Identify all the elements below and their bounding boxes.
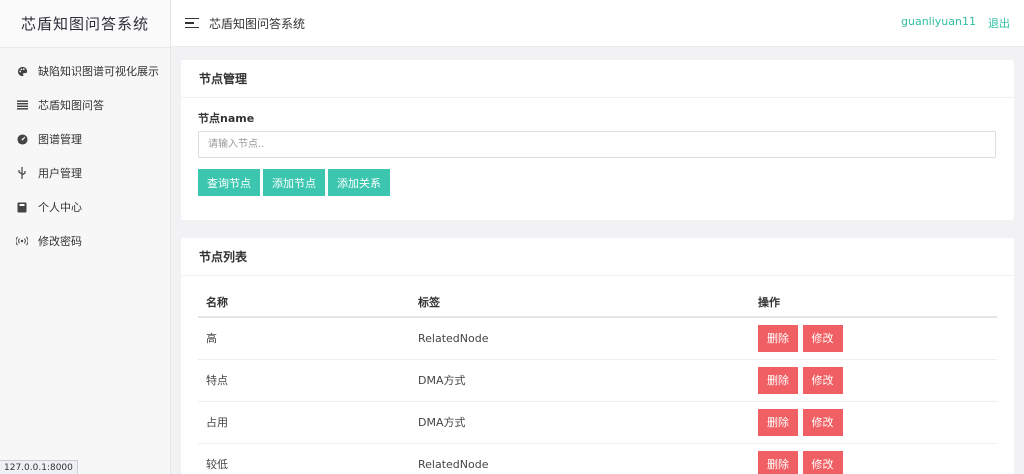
table-row: 特点 DMA方式 删除 修改 [198, 359, 997, 402]
node-name-cell: 高 [198, 317, 410, 360]
page-title: 芯盾知图问答系统 [209, 16, 306, 31]
sidebar-item-graph-management[interactable]: 图谱管理 [0, 122, 170, 156]
node-table: 名称 标签 操作 高 RelatedNode 删除 修改 特点 DMA方式 删除… [198, 287, 997, 474]
node-name-label: 节点name [198, 112, 255, 125]
node-management-card: 节点管理 节点name 查询节点 添加节点 添加关系 [181, 60, 1014, 220]
edit-button[interactable]: 修改 [802, 366, 843, 394]
user-links: guanliyuan11 退出 [901, 15, 1010, 31]
table-header-row: 名称 标签 操作 [198, 287, 997, 318]
node-label-cell: DMA方式 [410, 359, 750, 402]
sidebar: 芯盾知图问答系统 缺陷知识图谱可视化展示 芯盾知图问答 图谱管理 用户管理 个人… [0, 0, 171, 474]
table-row: 高 RelatedNode 删除 修改 [198, 317, 997, 360]
top-navbar: 芯盾知图问答系统 guanliyuan11 退出 [171, 0, 1024, 47]
node-label-cell: RelatedNode [410, 317, 750, 360]
menu-toggle-icon[interactable] [185, 17, 199, 29]
username-link[interactable]: guanliyuan11 [901, 15, 976, 31]
node-name-cell: 占用 [198, 401, 410, 444]
node-actions: 查询节点 添加节点 添加关系 [198, 169, 997, 196]
sidebar-item-label: 图谱管理 [38, 133, 82, 146]
edit-button[interactable]: 修改 [802, 450, 843, 474]
brand-title: 芯盾知图问答系统 [0, 0, 170, 48]
browser-status-url: 127.0.0.1:8000 [0, 460, 78, 474]
delete-button[interactable]: 删除 [758, 450, 798, 474]
sidebar-item-change-password[interactable]: 修改密码 [0, 224, 170, 258]
node-name-input[interactable] [198, 131, 996, 158]
sidebar-item-label: 个人中心 [38, 201, 82, 214]
node-list-title: 节点列表 [181, 238, 1014, 276]
node-label-cell: RelatedNode [410, 443, 750, 474]
node-search-form: 节点name 查询节点 添加节点 添加关系 [181, 98, 1014, 196]
add-node-button[interactable]: 添加节点 [263, 169, 325, 196]
edit-button[interactable]: 修改 [802, 324, 843, 352]
list-icon [16, 99, 28, 111]
sidebar-item-label: 修改密码 [38, 235, 82, 248]
table-row: 较低 RelatedNode 删除 修改 [198, 443, 997, 474]
actions-cell: 删除 修改 [750, 317, 997, 360]
dashboard-icon [16, 133, 28, 145]
add-relation-button[interactable]: 添加关系 [328, 169, 390, 196]
sidebar-item-user-management[interactable]: 用户管理 [0, 156, 170, 190]
delete-button[interactable]: 删除 [758, 408, 798, 436]
usb-icon [16, 167, 28, 179]
node-name-cell: 较低 [198, 443, 410, 474]
actions-cell: 删除 修改 [750, 401, 997, 444]
column-header-actions: 操作 [750, 287, 997, 318]
column-header-label: 标签 [410, 287, 750, 318]
delete-button[interactable]: 删除 [758, 324, 798, 352]
sidebar-menu: 缺陷知识图谱可视化展示 芯盾知图问答 图谱管理 用户管理 个人中心 修改密码 [0, 48, 170, 258]
palette-icon [16, 65, 28, 77]
query-node-button[interactable]: 查询节点 [198, 169, 260, 196]
broadcast-icon [16, 235, 28, 247]
sidebar-item-label: 芯盾知图问答 [38, 99, 104, 112]
actions-cell: 删除 修改 [750, 443, 997, 474]
sidebar-item-graph-visualization[interactable]: 缺陷知识图谱可视化展示 [0, 54, 170, 88]
node-management-title: 节点管理 [181, 60, 1014, 98]
node-list-card: 节点列表 名称 标签 操作 高 RelatedNode 删除 修改 特点 DMA… [181, 238, 1014, 474]
actions-cell: 删除 修改 [750, 359, 997, 402]
sidebar-item-qa[interactable]: 芯盾知图问答 [0, 88, 170, 122]
node-label-cell: DMA方式 [410, 401, 750, 444]
sidebar-item-label: 用户管理 [38, 167, 82, 180]
sidebar-item-label: 缺陷知识图谱可视化展示 [38, 65, 159, 78]
edit-button[interactable]: 修改 [802, 408, 843, 436]
column-header-name: 名称 [198, 287, 410, 318]
delete-button[interactable]: 删除 [758, 366, 798, 394]
node-name-cell: 特点 [198, 359, 410, 402]
table-row: 占用 DMA方式 删除 修改 [198, 401, 997, 444]
logout-link[interactable]: 退出 [988, 15, 1010, 31]
book-icon [16, 201, 28, 213]
sidebar-item-profile[interactable]: 个人中心 [0, 190, 170, 224]
